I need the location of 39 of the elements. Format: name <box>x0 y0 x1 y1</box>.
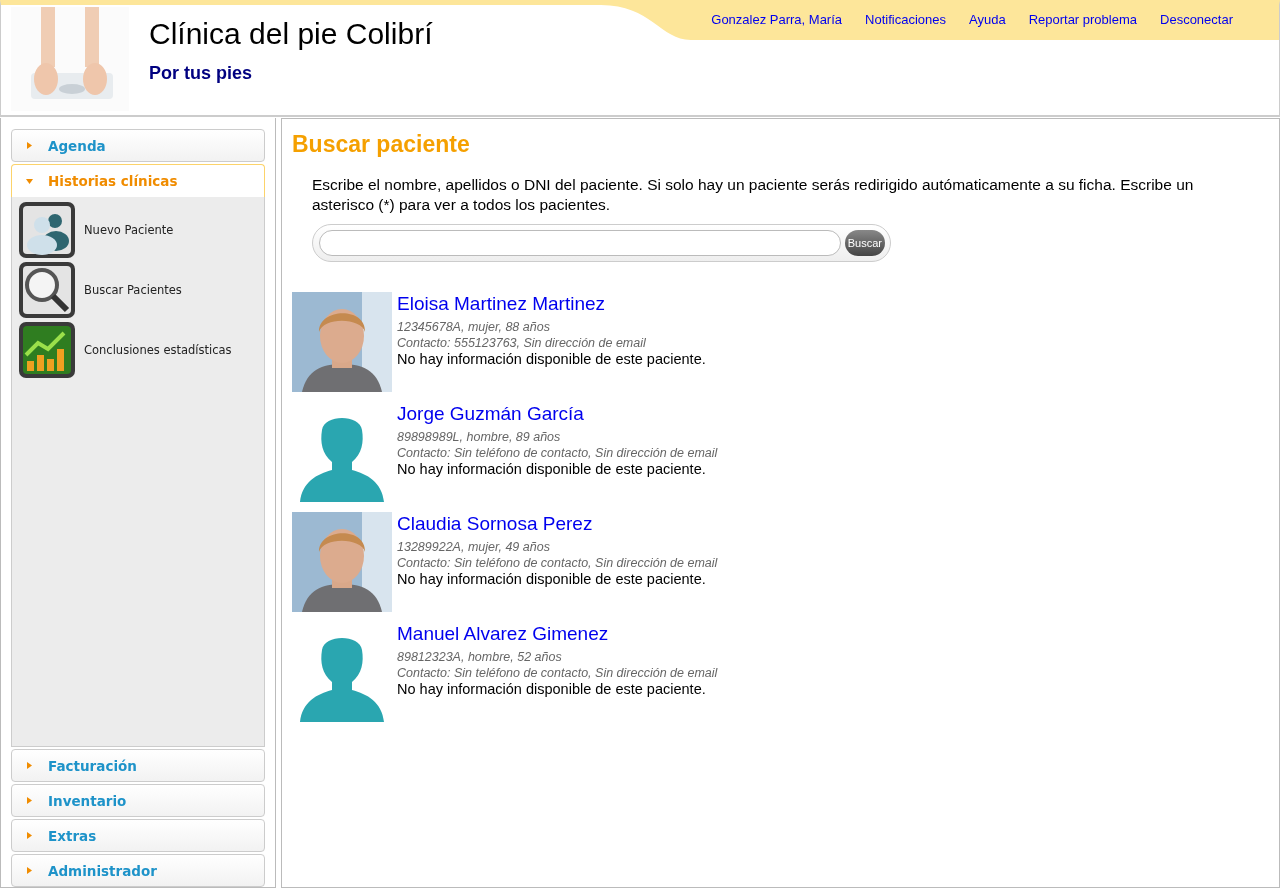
patient-name-link[interactable]: Jorge Guzmán García <box>397 403 718 425</box>
patient-contact: Contacto: Sin teléfono de contacto, Sin dirección de email <box>397 665 718 681</box>
menu-item[interactable]: Nuevo Paciente <box>18 201 264 259</box>
menu-item[interactable]: Buscar Pacientes <box>18 261 264 319</box>
page-title: Buscar paciente <box>292 131 471 158</box>
clinic-title: Clínica del pie Colibrí <box>149 17 433 51</box>
chart-icon <box>18 321 76 379</box>
search-field[interactable] <box>319 230 841 256</box>
patient-name-link[interactable]: Manuel Alvarez Gimenez <box>397 623 718 645</box>
header-link[interactable]: Reportar problema <box>1028 12 1137 27</box>
patient-details: 89812323A, hombre, 52 años <box>397 649 563 665</box>
menu-item[interactable]: Conclusiones estadísticas <box>18 321 264 379</box>
patient-name-link[interactable]: Claudia Sornosa Perez <box>397 513 718 535</box>
search-button[interactable]: Buscar <box>844 230 885 256</box>
patient-details: 89898989L, hombre, 89 años <box>397 429 562 445</box>
header-link[interactable]: Desconectar <box>1160 12 1233 27</box>
users-icon <box>18 201 76 259</box>
instructions-text: Escribe el nombre, apellidos o DNI del paciente. Si solo hay un paciente serás redirigido autómaticamente a su ficha. Escribe un asterisco (*) para ver a todos los pacientes. <box>312 175 1195 215</box>
patient-note: No hay información disponible de este paciente. <box>397 571 707 587</box>
caret-icon <box>26 832 33 839</box>
patient-contact: Contacto: Sin teléfono de contacto, Sin dirección de email <box>397 555 718 571</box>
caret-icon <box>26 797 33 804</box>
patient-note: No hay información disponible de este paciente. <box>397 681 707 697</box>
header-link[interactable]: Notificaciones <box>865 12 946 27</box>
patient-note: No hay información disponible de este paciente. <box>397 351 706 367</box>
patient-name-link[interactable]: Eloisa Martinez Martinez <box>397 293 706 315</box>
patient-contact: Contacto: Sin teléfono de contacto, Sin dirección de email <box>397 445 718 461</box>
patient-details: 12345678A, mujer, 88 años <box>397 319 551 335</box>
header-link[interactable]: Gonzalez Parra, María <box>711 12 843 27</box>
caret-icon <box>26 177 33 185</box>
patient-contact: Contacto: 555123763, Sin dirección de email <box>397 335 647 351</box>
caret-icon <box>26 142 33 149</box>
patient-details: 13289922A, mujer, 49 años <box>397 539 551 555</box>
search-icon <box>18 261 76 319</box>
patient-note: No hay información disponible de este paciente. <box>397 461 707 477</box>
clinic-slogan: Por tus pies <box>149 63 254 84</box>
caret-icon <box>26 867 33 874</box>
caret-icon <box>26 762 33 769</box>
header-link[interactable]: Ayuda <box>969 12 1006 27</box>
